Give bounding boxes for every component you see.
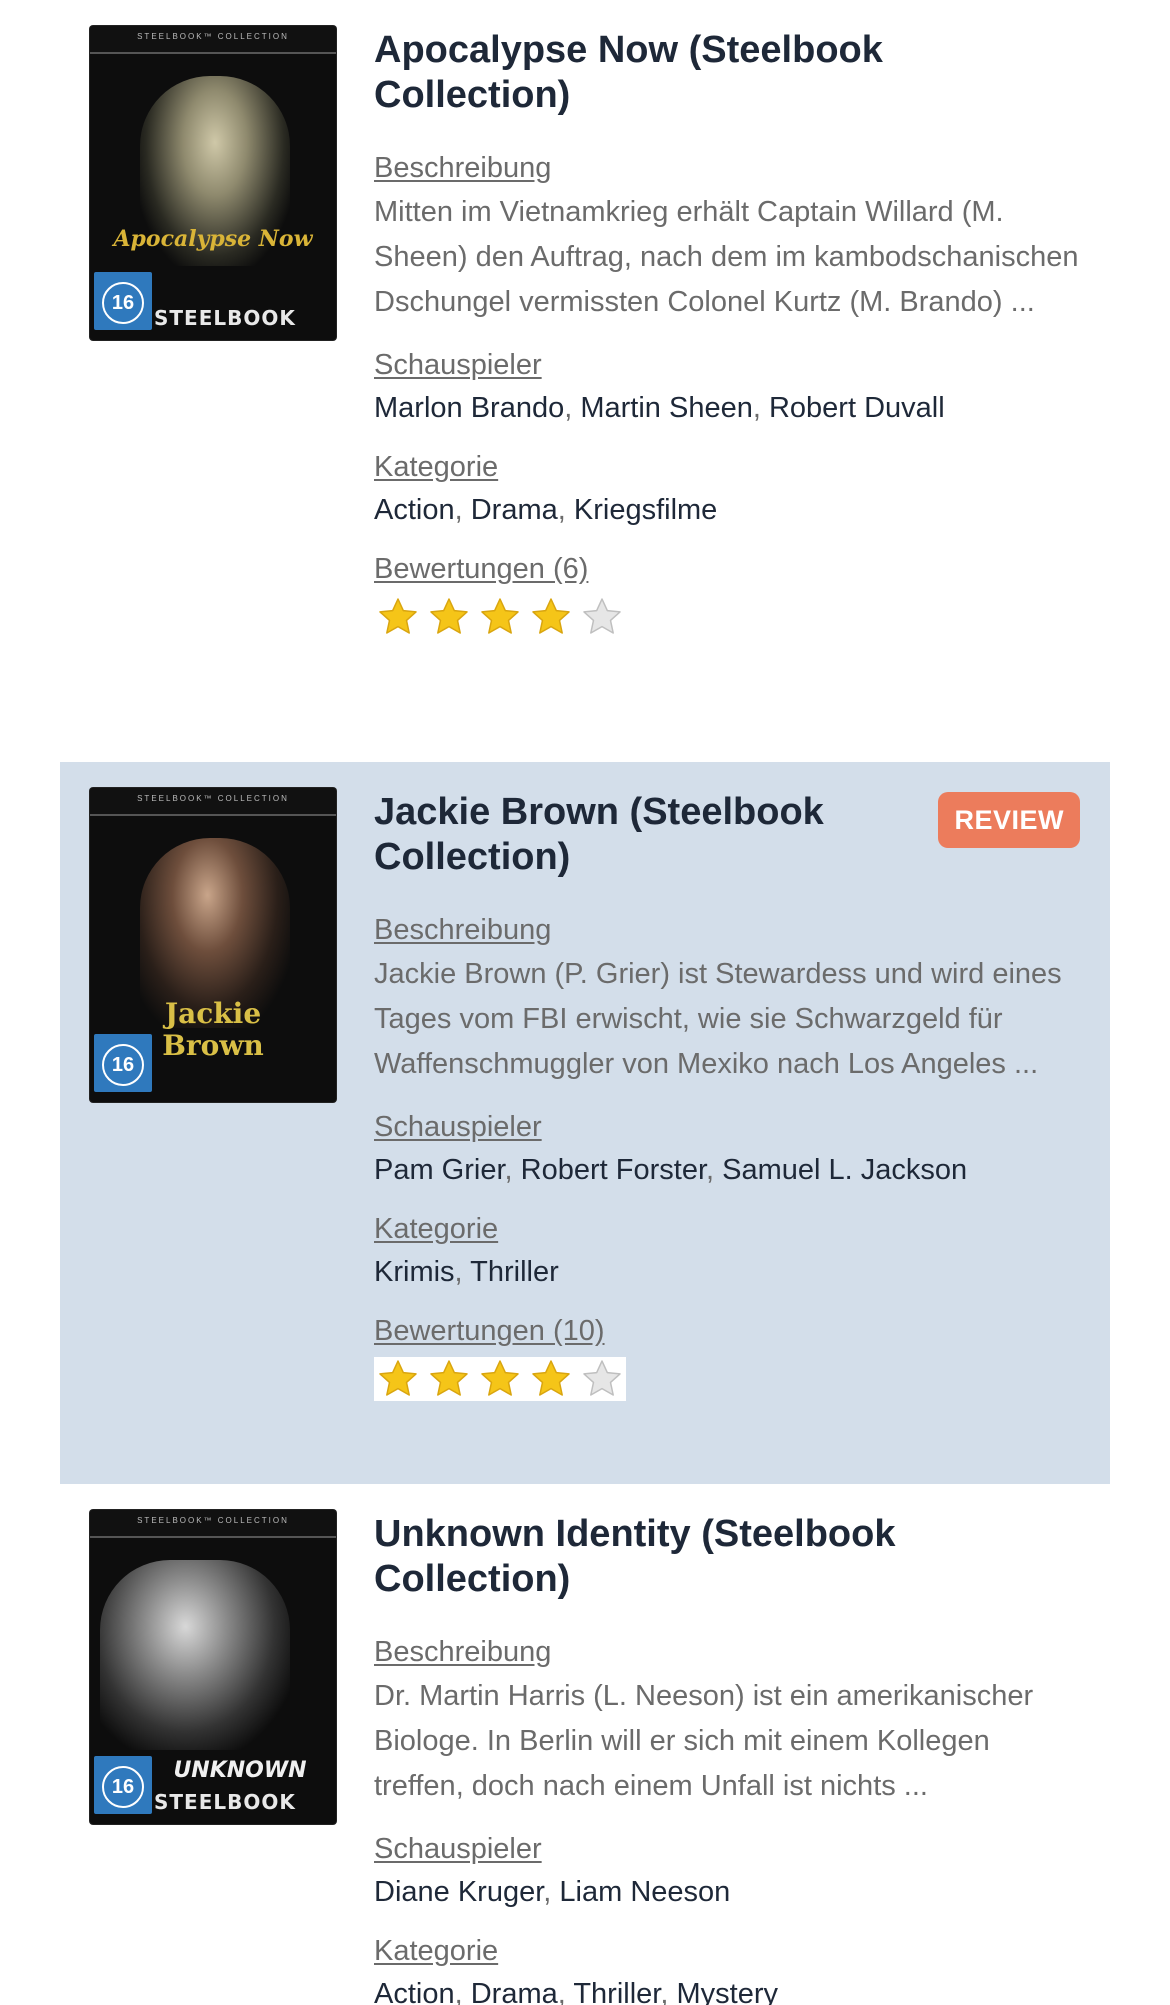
category-list: Action, Drama, Thriller, Mystery — [374, 1975, 1080, 2005]
cover-band-text: STEELBOOK™ COLLECTION — [137, 32, 289, 41]
category-link[interactable]: Krimis — [374, 1256, 455, 1288]
movie-details: Unknown Identity (Steelbook Collection) … — [374, 1512, 1080, 2005]
star-rating — [374, 595, 626, 639]
star-empty-icon — [583, 1360, 621, 1396]
actor-link[interactable]: Robert Forster — [521, 1154, 706, 1186]
category-list: Action, Drama, Kriegsfilme — [374, 494, 718, 526]
movie-title[interactable]: Apocalypse Now (Steelbook Collection) — [374, 28, 914, 118]
category-list: Krimis, Thriller — [374, 1256, 559, 1288]
fsk-rating-badge: 16 — [94, 272, 152, 330]
actors-label[interactable]: Schauspieler — [374, 1109, 1080, 1145]
ratings-label[interactable]: Bewertungen (10) — [374, 1313, 1080, 1349]
movie-details: Jackie Brown (Steelbook Collection) Besc… — [374, 790, 1080, 1404]
actors-label[interactable]: Schauspieler — [374, 1831, 1080, 1867]
movie-card[interactable]: STEELBOOK™ COLLECTION UNKNOWN 16 STEELBO… — [60, 1484, 1110, 2005]
movie-list: STEELBOOK™ COLLECTION Apocalypse Now 16 … — [0, 0, 1170, 2005]
actor-link[interactable]: Liam Neeson — [559, 1876, 730, 1908]
movie-title[interactable]: Unknown Identity (Steelbook Collection) — [374, 1512, 914, 1602]
actor-link[interactable]: Pam Grier — [374, 1154, 505, 1186]
star-filled-icon — [532, 1360, 570, 1396]
star-filled-icon — [379, 598, 417, 634]
actors-list: Pam Grier, Robert Forster, Samuel L. Jac… — [374, 1154, 968, 1186]
actors-label[interactable]: Schauspieler — [374, 347, 1080, 383]
movie-description: Dr. Martin Harris (L. Neeson) ist ein am… — [374, 1680, 1034, 1802]
star-rating — [374, 1357, 626, 1401]
star-filled-icon — [379, 1360, 417, 1396]
actor-link[interactable]: Diane Kruger — [374, 1876, 543, 1908]
cover-title-text: Apocalypse Now — [113, 226, 313, 252]
category-link[interactable]: Kriegsfilme — [574, 494, 717, 526]
movie-cover[interactable]: STEELBOOK™ COLLECTION Apocalypse Now 16 … — [90, 26, 336, 340]
cover-title-text: UNKNOWN — [173, 1758, 307, 1783]
cover-edition-text: STEELBOOK — [154, 306, 296, 330]
actor-link[interactable]: Samuel L. Jackson — [722, 1154, 967, 1186]
category-label[interactable]: Kategorie — [374, 1933, 1080, 1969]
category-link[interactable]: Action — [374, 1978, 455, 2005]
cover-band-text: STEELBOOK™ COLLECTION — [137, 1516, 289, 1525]
category-label[interactable]: Kategorie — [374, 1211, 1080, 1247]
star-filled-icon — [430, 598, 468, 634]
actor-link[interactable]: Marlon Brando — [374, 392, 564, 424]
actor-link[interactable]: Martin Sheen — [580, 392, 753, 424]
category-link[interactable]: Drama — [471, 494, 558, 526]
movie-details: Apocalypse Now (Steelbook Collection) Be… — [374, 28, 1080, 642]
ratings-label[interactable]: Bewertungen (6) — [374, 551, 1080, 587]
description-label[interactable]: Beschreibung — [374, 150, 1080, 186]
star-filled-icon — [430, 1360, 468, 1396]
category-link[interactable]: Thriller — [470, 1256, 559, 1288]
movie-description: Mitten im Vietnamkrieg erhält Captain Wi… — [374, 196, 1079, 318]
fsk-rating-badge: 16 — [94, 1034, 152, 1092]
cover-band-text: STEELBOOK™ COLLECTION — [137, 794, 289, 803]
cover-artwork — [100, 1560, 290, 1750]
category-label[interactable]: Kategorie — [374, 449, 1080, 485]
star-filled-icon — [532, 598, 570, 634]
category-link[interactable]: Drama — [471, 1978, 558, 2005]
category-link[interactable]: Action — [374, 494, 455, 526]
movie-cover[interactable]: STEELBOOK™ COLLECTION UNKNOWN 16 STEELBO… — [90, 1510, 336, 1824]
description-label[interactable]: Beschreibung — [374, 912, 1080, 948]
movie-title[interactable]: Jackie Brown (Steelbook Collection) — [374, 790, 914, 880]
actors-list: Diane Kruger, Liam Neeson — [374, 1876, 731, 1908]
category-link[interactable]: Mystery — [676, 1978, 778, 2005]
actors-list: Marlon Brando, Martin Sheen, Robert Duva… — [374, 392, 945, 424]
movie-description: Jackie Brown (P. Grier) ist Stewardess u… — [374, 958, 1062, 1080]
actor-link[interactable]: Robert Duvall — [769, 392, 945, 424]
star-empty-icon — [583, 598, 621, 634]
cover-edition-text: STEELBOOK — [154, 1790, 296, 1814]
star-filled-icon — [481, 1360, 519, 1396]
movie-card[interactable]: STEELBOOK™ COLLECTION Apocalypse Now 16 … — [60, 0, 1110, 740]
movie-cover[interactable]: STEELBOOK™ COLLECTION Jackie Brown 16 — [90, 788, 336, 1102]
description-label[interactable]: Beschreibung — [374, 1634, 1080, 1670]
category-link[interactable]: Thriller — [573, 1978, 660, 2005]
movie-card-highlighted[interactable]: STEELBOOK™ COLLECTION Jackie Brown 16 RE… — [60, 762, 1110, 1484]
fsk-rating-badge: 16 — [94, 1756, 152, 1814]
star-filled-icon — [481, 598, 519, 634]
